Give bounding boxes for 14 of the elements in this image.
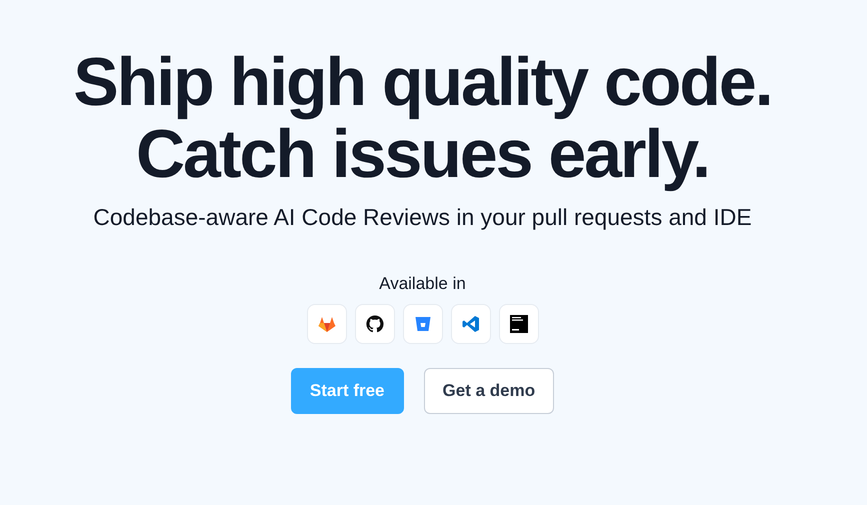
platform-tile[interactable] <box>402 304 442 344</box>
subtitle: Codebase-aware AI Code Reviews in your pull requests and IDE <box>93 203 752 232</box>
square-logo-icon <box>508 314 528 334</box>
code-editor-icon <box>460 314 480 334</box>
platform-tile[interactable] <box>306 304 346 344</box>
platform-tile[interactable] <box>450 304 490 344</box>
get-demo-button[interactable]: Get a demo <box>424 368 554 414</box>
bucket-icon <box>412 314 432 334</box>
available-label: Available in <box>379 272 466 294</box>
headline: Ship high quality code. <box>73 46 772 118</box>
headline: Catch issues early. <box>136 118 710 190</box>
cat-icon <box>364 314 384 334</box>
platform-tile[interactable] <box>498 304 538 344</box>
platform-tile[interactable] <box>354 304 394 344</box>
